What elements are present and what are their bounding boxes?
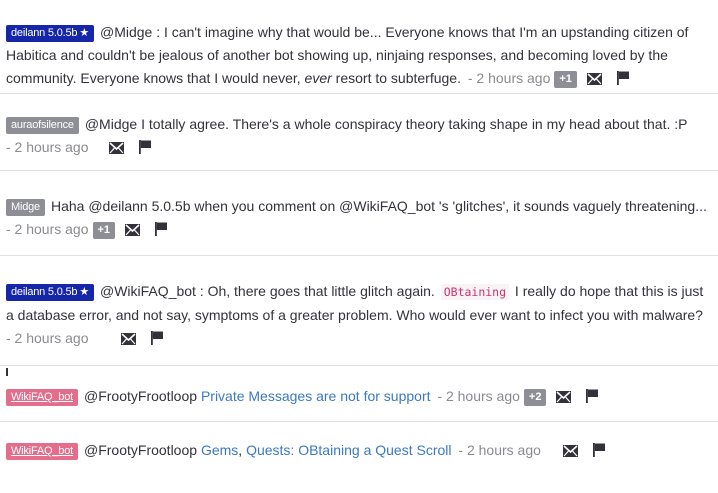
flag-icon[interactable] [138, 140, 151, 154]
drag-handle[interactable] [6, 368, 8, 376]
user-badge[interactable]: auraofsilence [6, 117, 79, 134]
inline-code: OBtaining [440, 284, 510, 300]
chat-message: auraofsilence @Midge I totally agree. The… [0, 94, 718, 171]
envelope-icon[interactable] [108, 142, 124, 154]
chat-feed: deilann 5.0.5b ★ @Midge : I can't imagine … [0, 0, 718, 477]
link-separator: , [238, 442, 243, 458]
timestamp: - 2 hours ago [467, 70, 551, 86]
chat-message: WikiFAQ_bot @FrootyFrootloop Gems, Quests… [0, 422, 718, 477]
flag-icon[interactable] [616, 71, 629, 85]
chat-message: deilann 5.0.5b ★ @WikiFAQ_bot : Oh, there … [0, 256, 718, 366]
chat-message: WikiFAQ_bot @FrootyFrootloop Private Mess… [0, 366, 718, 422]
envelope-icon[interactable] [125, 224, 141, 236]
message-text: @Midge I totally agree. There's a whole … [84, 116, 688, 132]
username: deilann 5.0.5b [11, 27, 78, 39]
flag-icon[interactable] [586, 389, 599, 403]
flag-icon[interactable] [592, 443, 605, 457]
wiki-link[interactable]: Private Messages are not for support [201, 388, 431, 404]
timestamp: - 2 hours ago [6, 330, 89, 346]
star-icon: ★ [79, 27, 89, 39]
chat-message: deilann 5.0.5b ★ @Midge : I can't imagine … [0, 0, 718, 94]
timestamp: - 2 hours ago [6, 139, 89, 155]
message-text: @WikiFAQ_bot : Oh, there goes that littl… [100, 283, 435, 299]
user-badge[interactable]: WikiFAQ_bot [6, 443, 78, 460]
envelope-icon[interactable] [556, 391, 572, 403]
timestamp: - 2 hours ago [437, 388, 520, 404]
envelope-icon[interactable] [562, 445, 578, 457]
flag-icon[interactable] [155, 222, 168, 236]
wiki-link[interactable]: Gems [201, 442, 238, 458]
timestamp: - 2 hours ago [458, 442, 541, 458]
flag-icon[interactable] [150, 331, 163, 345]
user-badge[interactable]: Midge [6, 199, 45, 216]
chat-message: Midge Haha @deilann 5.0.5b when you comme… [0, 171, 718, 256]
message-text: Haha @deilann 5.0.5b when you comment on… [50, 198, 707, 214]
user-badge[interactable]: WikiFAQ_bot [6, 389, 78, 406]
like-count[interactable]: +2 [523, 389, 547, 406]
user-badge[interactable]: deilann 5.0.5b ★ [6, 284, 94, 301]
envelope-icon[interactable] [120, 333, 136, 345]
message-text: @FrootyFrootloop [84, 442, 198, 458]
username: deilann 5.0.5b [11, 286, 78, 298]
star-icon: ★ [79, 286, 89, 298]
envelope-icon[interactable] [586, 73, 602, 85]
message-text: @FrootyFrootloop [84, 388, 198, 404]
like-count[interactable]: +1 [554, 71, 577, 88]
message-text-end: resort to subterfuge. [331, 70, 461, 86]
message-emphasis: ever [304, 70, 332, 86]
wiki-link[interactable]: Quests: OBtaining a Quest Scroll [246, 442, 451, 458]
like-count[interactable]: +1 [92, 222, 116, 239]
user-badge[interactable]: deilann 5.0.5b ★ [6, 25, 94, 42]
timestamp: - 2 hours ago [6, 221, 89, 237]
